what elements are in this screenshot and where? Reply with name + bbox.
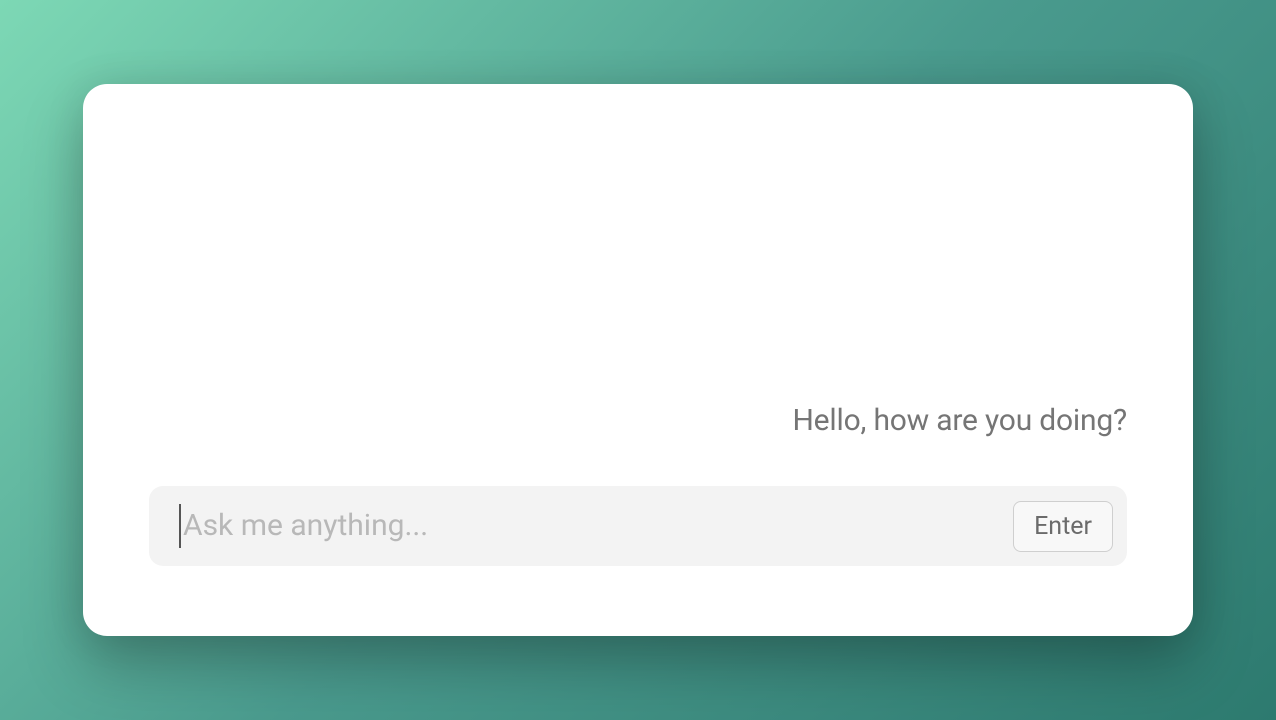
chat-input[interactable]	[179, 504, 997, 548]
input-bar: Enter	[149, 486, 1127, 566]
user-message: Hello, how are you doing?	[792, 403, 1127, 438]
enter-button[interactable]: Enter	[1013, 501, 1113, 552]
chat-window: Hello, how are you doing? Enter	[83, 84, 1193, 636]
messages-area: Hello, how are you doing?	[149, 124, 1127, 486]
